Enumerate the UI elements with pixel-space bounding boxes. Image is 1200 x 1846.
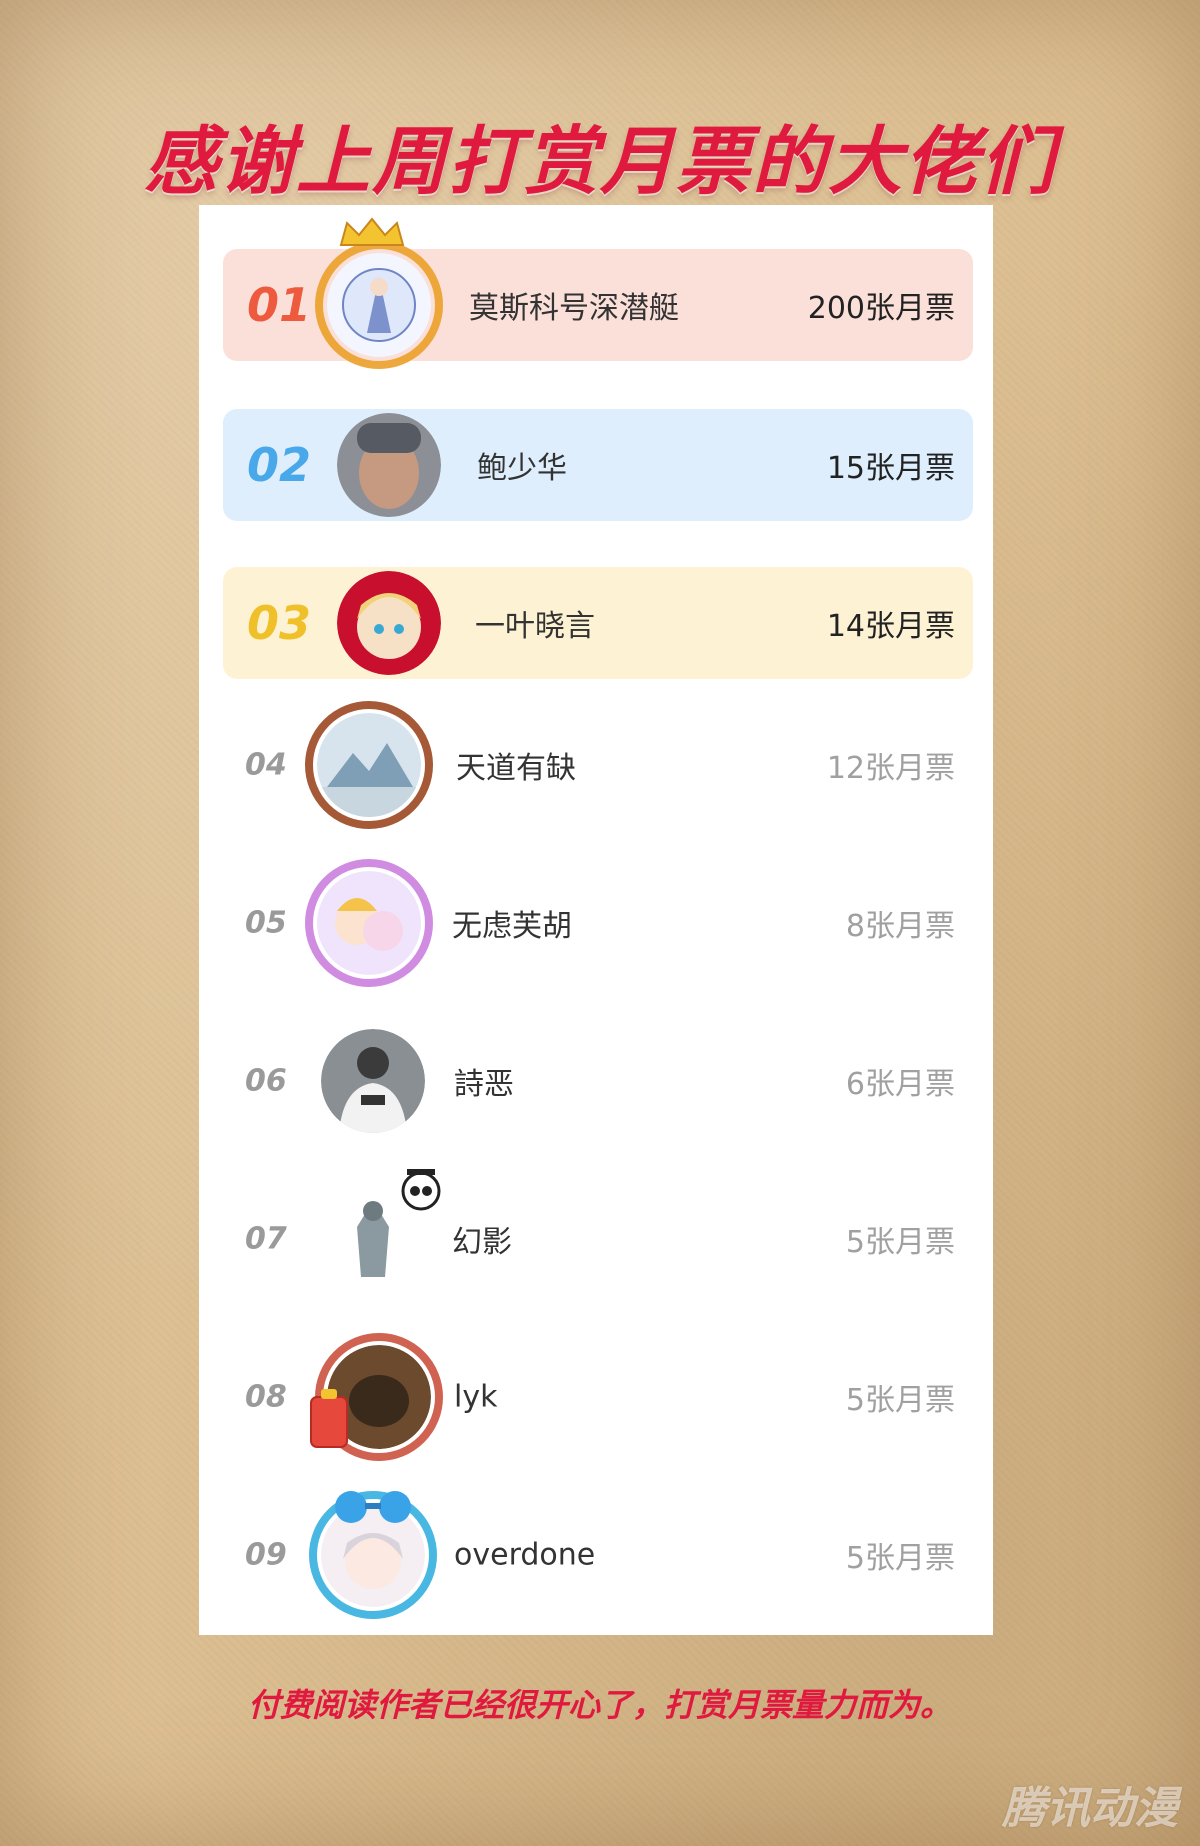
username[interactable]: 无虑芙胡: [452, 901, 572, 945]
anime-girl-avatar-icon: [337, 571, 441, 675]
username[interactable]: 一叶晓言: [475, 601, 595, 645]
rank-number: 03: [247, 596, 312, 650]
user-avatar[interactable]: [309, 1491, 437, 1619]
username[interactable]: 莫斯科号深潜艇: [469, 283, 679, 327]
username[interactable]: lyk: [454, 1380, 497, 1415]
vote-count: 5张月票: [845, 1541, 955, 1576]
leaderboard-row-1[interactable]: 01 莫斯科号深潜艇 200张月票: [223, 217, 973, 369]
username[interactable]: 鲍少华: [477, 443, 567, 487]
footer-note: 付费阅读作者已经很开心了，打赏月票量力而为。: [247, 1686, 952, 1724]
user-avatar[interactable]: [337, 413, 441, 517]
fortune-charm-icon: [310, 1389, 348, 1448]
page-title: 感谢上周打赏月票的大佬们: [144, 119, 1056, 205]
user-avatar[interactable]: [321, 1029, 425, 1133]
owl-badge-icon: [401, 1169, 441, 1211]
leaderboard-row-8[interactable]: 08 lyk 5张月票: [223, 1333, 973, 1461]
rank-number: 08: [245, 1379, 287, 1415]
vote-count: 14张月票: [826, 609, 955, 644]
vote-count: 15张月票: [826, 451, 955, 486]
leaderboard-row-6[interactable]: 06 詩恶 6张月票: [223, 1025, 973, 1137]
photo-avatar-icon: [321, 1029, 425, 1133]
user-avatar[interactable]: [321, 1169, 441, 1291]
vote-count: 12张月票: [826, 751, 955, 786]
vote-count: 6张月票: [845, 1067, 955, 1102]
avatar-frame: [305, 701, 433, 829]
user-avatar[interactable]: [310, 1333, 443, 1461]
leaderboard-row-5[interactable]: 05 无虑芙胡 8张月票: [223, 859, 973, 987]
vote-count: 8张月票: [845, 909, 955, 944]
sunglasses-icon: [335, 1491, 411, 1523]
avatar-frame: [305, 859, 433, 987]
username[interactable]: 天道有缺: [456, 743, 576, 787]
leaderboard-row-4[interactable]: 04 天道有缺 12张月票: [223, 701, 973, 829]
avatar-frame: [315, 241, 443, 369]
rank-number: 02: [247, 438, 312, 492]
vote-count: 5张月票: [845, 1383, 955, 1418]
leaderboard-row-2[interactable]: 02 鲍少华 15张月票: [223, 409, 973, 521]
user-avatar[interactable]: [305, 859, 433, 987]
crown-badge-icon: [339, 217, 405, 246]
user-avatar[interactable]: [305, 701, 433, 829]
leaderboard-row-3[interactable]: 03 一叶晓言 14张月票: [223, 567, 973, 679]
user-avatar[interactable]: [315, 217, 443, 369]
username[interactable]: 幻影: [452, 1217, 512, 1261]
rank-number: 06: [245, 1063, 287, 1099]
vote-count: 200张月票: [807, 291, 955, 326]
leaderboard-row-7[interactable]: 07 幻影 5张月票: [223, 1169, 973, 1295]
rank-number: 05: [245, 905, 287, 941]
leaderboard-row-9[interactable]: 09 overdone 5张月票: [223, 1491, 973, 1619]
vote-count: 5张月票: [845, 1225, 955, 1260]
user-avatar[interactable]: [337, 571, 441, 675]
rank-number: 07: [245, 1221, 287, 1257]
rank-number: 09: [245, 1537, 287, 1573]
rank-number: 04: [245, 747, 287, 783]
username[interactable]: overdone: [454, 1538, 595, 1573]
rank-number: 01: [247, 278, 312, 332]
leaderboard-card: 01 莫斯科号深潜艇 200张月票 02 鲍少华 15张月票 03 一叶晓言 1…: [199, 205, 993, 1635]
username[interactable]: 詩恶: [454, 1059, 514, 1103]
watermark-logo: 腾讯动漫: [1002, 1783, 1178, 1834]
photo-avatar-icon: [337, 413, 441, 517]
